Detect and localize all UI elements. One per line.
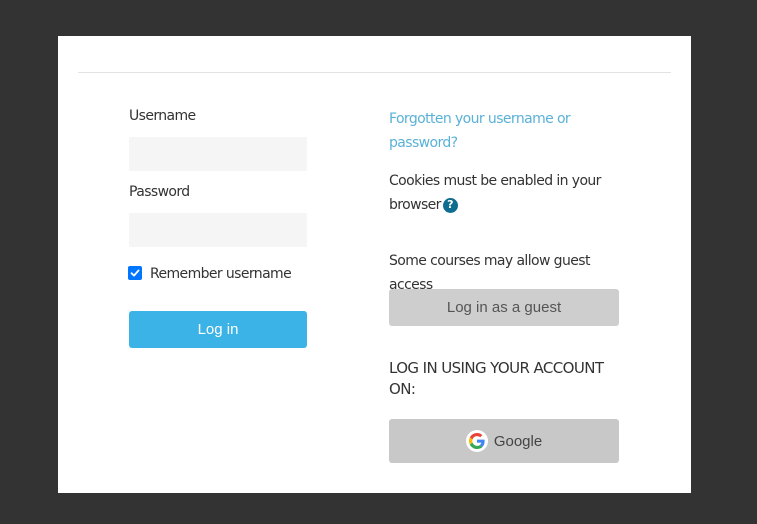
password-input[interactable] — [129, 213, 307, 247]
divider — [78, 72, 671, 73]
username-input[interactable] — [129, 137, 307, 171]
checkmark-icon — [130, 269, 140, 277]
cookies-text: Cookies must be enabled in your browser — [389, 173, 601, 213]
username-label: Username — [129, 108, 196, 124]
password-label: Password — [129, 184, 190, 200]
oauth-heading: LOG IN USING YOUR ACCOUNT ON: — [389, 359, 604, 398]
forgot-password-link[interactable]: Forgotten your username or password? — [389, 107, 589, 155]
google-logo-icon — [465, 430, 488, 452]
question-circle-icon[interactable]: ? — [442, 197, 458, 213]
remember-username-label[interactable]: Remember username — [150, 266, 292, 282]
google-login-button[interactable]: Google — [389, 419, 619, 463]
login-card: Username Password Remember username Log … — [58, 36, 691, 493]
google-button-label: Google — [493, 432, 543, 450]
cookies-notice: Cookies must be enabled in your browser? — [389, 169, 609, 217]
remember-username-checkbox[interactable] — [128, 266, 142, 280]
guest-login-button[interactable]: Log in as a guest — [389, 289, 619, 326]
login-button[interactable]: Log in — [129, 311, 307, 348]
